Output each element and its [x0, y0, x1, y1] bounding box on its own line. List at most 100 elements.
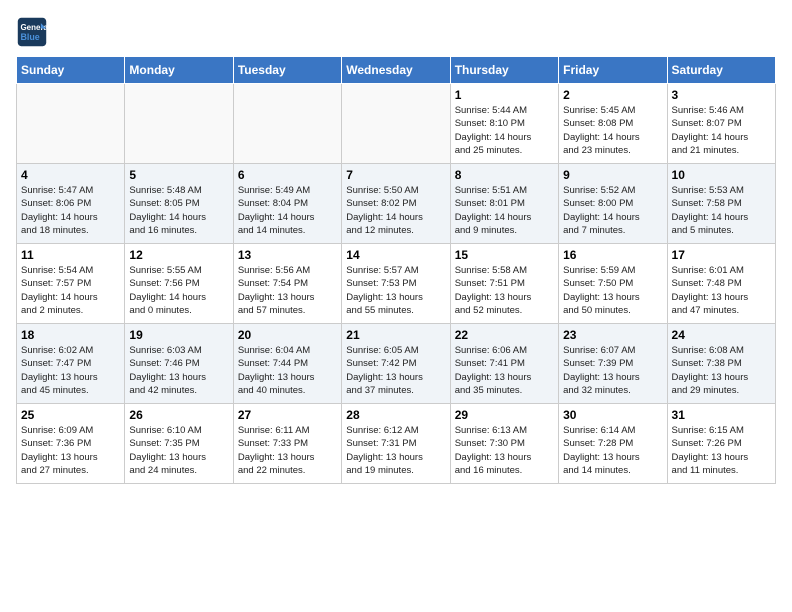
day-info: Sunrise: 6:03 AM Sunset: 7:46 PM Dayligh… [129, 344, 228, 397]
day-number: 14 [346, 248, 445, 262]
day-cell: 6 Sunrise: 5:49 AM Sunset: 8:04 PM Daylig… [233, 164, 341, 244]
day-number: 21 [346, 328, 445, 342]
day-number: 17 [672, 248, 771, 262]
day-cell: 26 Sunrise: 6:10 AM Sunset: 7:35 PM Dayli… [125, 404, 233, 484]
day-number: 26 [129, 408, 228, 422]
day-number: 31 [672, 408, 771, 422]
day-cell: 8 Sunrise: 5:51 AM Sunset: 8:01 PM Daylig… [450, 164, 558, 244]
day-cell: 31 Sunrise: 6:15 AM Sunset: 7:26 PM Dayli… [667, 404, 775, 484]
day-info: Sunrise: 5:49 AM Sunset: 8:04 PM Dayligh… [238, 184, 337, 237]
day-number: 29 [455, 408, 554, 422]
day-number: 30 [563, 408, 662, 422]
day-number: 8 [455, 168, 554, 182]
day-cell: 1 Sunrise: 5:44 AM Sunset: 8:10 PM Daylig… [450, 84, 558, 164]
day-cell: 22 Sunrise: 6:06 AM Sunset: 7:41 PM Dayli… [450, 324, 558, 404]
day-cell: 30 Sunrise: 6:14 AM Sunset: 7:28 PM Dayli… [559, 404, 667, 484]
logo-icon: General Blue [16, 16, 48, 48]
day-number: 25 [21, 408, 120, 422]
day-info: Sunrise: 6:05 AM Sunset: 7:42 PM Dayligh… [346, 344, 445, 397]
calendar-header-row: SundayMondayTuesdayWednesdayThursdayFrid… [17, 57, 776, 84]
day-info: Sunrise: 6:11 AM Sunset: 7:33 PM Dayligh… [238, 424, 337, 477]
day-cell: 11 Sunrise: 5:54 AM Sunset: 7:57 PM Dayli… [17, 244, 125, 324]
day-number: 19 [129, 328, 228, 342]
day-number: 12 [129, 248, 228, 262]
day-cell: 21 Sunrise: 6:05 AM Sunset: 7:42 PM Dayli… [342, 324, 450, 404]
calendar-body: 1 Sunrise: 5:44 AM Sunset: 8:10 PM Daylig… [17, 84, 776, 484]
day-number: 5 [129, 168, 228, 182]
day-info: Sunrise: 5:56 AM Sunset: 7:54 PM Dayligh… [238, 264, 337, 317]
day-info: Sunrise: 5:50 AM Sunset: 8:02 PM Dayligh… [346, 184, 445, 237]
day-info: Sunrise: 6:14 AM Sunset: 7:28 PM Dayligh… [563, 424, 662, 477]
day-cell: 5 Sunrise: 5:48 AM Sunset: 8:05 PM Daylig… [125, 164, 233, 244]
calendar-table: SundayMondayTuesdayWednesdayThursdayFrid… [16, 56, 776, 484]
day-info: Sunrise: 5:44 AM Sunset: 8:10 PM Dayligh… [455, 104, 554, 157]
day-info: Sunrise: 6:01 AM Sunset: 7:48 PM Dayligh… [672, 264, 771, 317]
day-cell: 27 Sunrise: 6:11 AM Sunset: 7:33 PM Dayli… [233, 404, 341, 484]
day-info: Sunrise: 6:15 AM Sunset: 7:26 PM Dayligh… [672, 424, 771, 477]
day-info: Sunrise: 5:57 AM Sunset: 7:53 PM Dayligh… [346, 264, 445, 317]
week-row-4: 18 Sunrise: 6:02 AM Sunset: 7:47 PM Dayli… [17, 324, 776, 404]
day-number: 16 [563, 248, 662, 262]
day-info: Sunrise: 5:59 AM Sunset: 7:50 PM Dayligh… [563, 264, 662, 317]
day-number: 3 [672, 88, 771, 102]
day-number: 27 [238, 408, 337, 422]
week-row-1: 1 Sunrise: 5:44 AM Sunset: 8:10 PM Daylig… [17, 84, 776, 164]
day-cell: 16 Sunrise: 5:59 AM Sunset: 7:50 PM Dayli… [559, 244, 667, 324]
page-header: General Blue [16, 16, 776, 48]
header-cell-friday: Friday [559, 57, 667, 84]
day-info: Sunrise: 5:48 AM Sunset: 8:05 PM Dayligh… [129, 184, 228, 237]
day-cell: 15Sunrise: 5:58 AM Sunset: 7:51 PM Dayli… [450, 244, 558, 324]
week-row-3: 11 Sunrise: 5:54 AM Sunset: 7:57 PM Dayli… [17, 244, 776, 324]
day-info: Sunrise: 6:06 AM Sunset: 7:41 PM Dayligh… [455, 344, 554, 397]
day-info: Sunrise: 6:02 AM Sunset: 7:47 PM Dayligh… [21, 344, 120, 397]
day-info: Sunrise: 5:52 AM Sunset: 8:00 PM Dayligh… [563, 184, 662, 237]
day-number: 28 [346, 408, 445, 422]
day-cell [17, 84, 125, 164]
header-cell-sunday: Sunday [17, 57, 125, 84]
header-cell-wednesday: Wednesday [342, 57, 450, 84]
day-info: Sunrise: 6:04 AM Sunset: 7:44 PM Dayligh… [238, 344, 337, 397]
day-number: 10 [672, 168, 771, 182]
day-info: Sunrise: 5:51 AM Sunset: 8:01 PM Dayligh… [455, 184, 554, 237]
day-number: 24 [672, 328, 771, 342]
day-cell: 10 Sunrise: 5:53 AM Sunset: 7:58 PM Dayli… [667, 164, 775, 244]
day-cell: 2 Sunrise: 5:45 AM Sunset: 8:08 PM Daylig… [559, 84, 667, 164]
day-cell: 12 Sunrise: 5:55 AM Sunset: 7:56 PM Dayli… [125, 244, 233, 324]
day-cell [342, 84, 450, 164]
day-info: Sunrise: 5:55 AM Sunset: 7:56 PM Dayligh… [129, 264, 228, 317]
day-number: 2 [563, 88, 662, 102]
day-cell [125, 84, 233, 164]
day-number: 23 [563, 328, 662, 342]
day-info: Sunrise: 5:45 AM Sunset: 8:08 PM Dayligh… [563, 104, 662, 157]
day-cell: 19 Sunrise: 6:03 AM Sunset: 7:46 PM Dayli… [125, 324, 233, 404]
day-cell: 14 Sunrise: 5:57 AM Sunset: 7:53 PM Dayli… [342, 244, 450, 324]
header-cell-saturday: Saturday [667, 57, 775, 84]
day-number: 1 [455, 88, 554, 102]
day-number: 18 [21, 328, 120, 342]
day-info: Sunrise: 6:13 AM Sunset: 7:30 PM Dayligh… [455, 424, 554, 477]
day-info: Sunrise: 5:54 AM Sunset: 7:57 PM Dayligh… [21, 264, 120, 317]
day-number: 20 [238, 328, 337, 342]
day-cell: 17 Sunrise: 6:01 AM Sunset: 7:48 PM Dayli… [667, 244, 775, 324]
day-cell: 9Sunrise: 5:52 AM Sunset: 8:00 PM Daylig… [559, 164, 667, 244]
day-number: 4 [21, 168, 120, 182]
svg-text:Blue: Blue [20, 32, 39, 42]
day-number: 11 [21, 248, 120, 262]
week-row-2: 4 Sunrise: 5:47 AM Sunset: 8:06 PM Daylig… [17, 164, 776, 244]
day-info: Sunrise: 6:09 AM Sunset: 7:36 PM Dayligh… [21, 424, 120, 477]
day-cell: 4 Sunrise: 5:47 AM Sunset: 8:06 PM Daylig… [17, 164, 125, 244]
header-cell-thursday: Thursday [450, 57, 558, 84]
day-number: 13 [238, 248, 337, 262]
day-number: 7 [346, 168, 445, 182]
day-info: Sunrise: 5:53 AM Sunset: 7:58 PM Dayligh… [672, 184, 771, 237]
day-info: Sunrise: 5:58 AM Sunset: 7:51 PM Dayligh… [455, 264, 554, 317]
day-number: 6 [238, 168, 337, 182]
day-cell: 28Sunrise: 6:12 AM Sunset: 7:31 PM Dayli… [342, 404, 450, 484]
week-row-5: 25 Sunrise: 6:09 AM Sunset: 7:36 PM Dayli… [17, 404, 776, 484]
day-info: Sunrise: 6:10 AM Sunset: 7:35 PM Dayligh… [129, 424, 228, 477]
day-cell: 3Sunrise: 5:46 AM Sunset: 8:07 PM Daylig… [667, 84, 775, 164]
day-cell: 7 Sunrise: 5:50 AM Sunset: 8:02 PM Daylig… [342, 164, 450, 244]
day-info: Sunrise: 6:07 AM Sunset: 7:39 PM Dayligh… [563, 344, 662, 397]
day-info: Sunrise: 5:47 AM Sunset: 8:06 PM Dayligh… [21, 184, 120, 237]
day-number: 22 [455, 328, 554, 342]
